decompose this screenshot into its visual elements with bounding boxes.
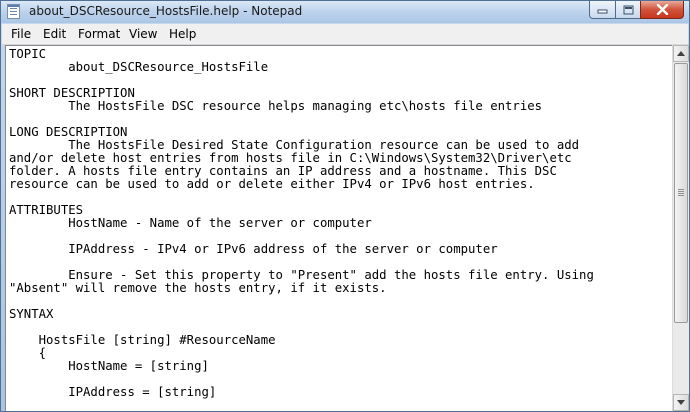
document-text[interactable]: TOPIC about_DSCResource_HostsFile SHORT … (9, 48, 594, 399)
minimize-icon (597, 9, 608, 14)
close-button[interactable] (640, 1, 684, 19)
scroll-down-arrow-icon (677, 400, 685, 405)
text-editor-area[interactable]: TOPIC about_DSCResource_HostsFile SHORT … (5, 45, 672, 411)
menu-view[interactable]: View (129, 27, 157, 41)
menu-bar: File Edit Format View Help (2, 24, 688, 45)
scroll-up-button[interactable] (673, 45, 689, 62)
scroll-down-button[interactable] (673, 394, 689, 411)
notepad-window: about_DSCResource_HostsFile.help - Notep… (0, 0, 690, 412)
scrollbar-thumb[interactable] (674, 63, 688, 323)
menu-edit[interactable]: Edit (43, 27, 66, 41)
window-title: about_DSCResource_HostsFile.help - Notep… (29, 4, 303, 18)
title-bar[interactable]: about_DSCResource_HostsFile.help - Notep… (1, 1, 689, 23)
menu-file[interactable]: File (11, 27, 31, 41)
close-icon (656, 4, 668, 15)
maximize-icon (623, 5, 633, 14)
minimize-button[interactable] (589, 1, 616, 19)
maximize-button[interactable] (615, 1, 641, 19)
scroll-up-arrow-icon (677, 51, 685, 56)
menu-help[interactable]: Help (169, 27, 196, 41)
scrollbar-grip (678, 189, 684, 190)
vertical-scrollbar[interactable] (672, 45, 689, 411)
menu-format[interactable]: Format (78, 27, 120, 41)
notepad-icon[interactable] (7, 4, 20, 19)
